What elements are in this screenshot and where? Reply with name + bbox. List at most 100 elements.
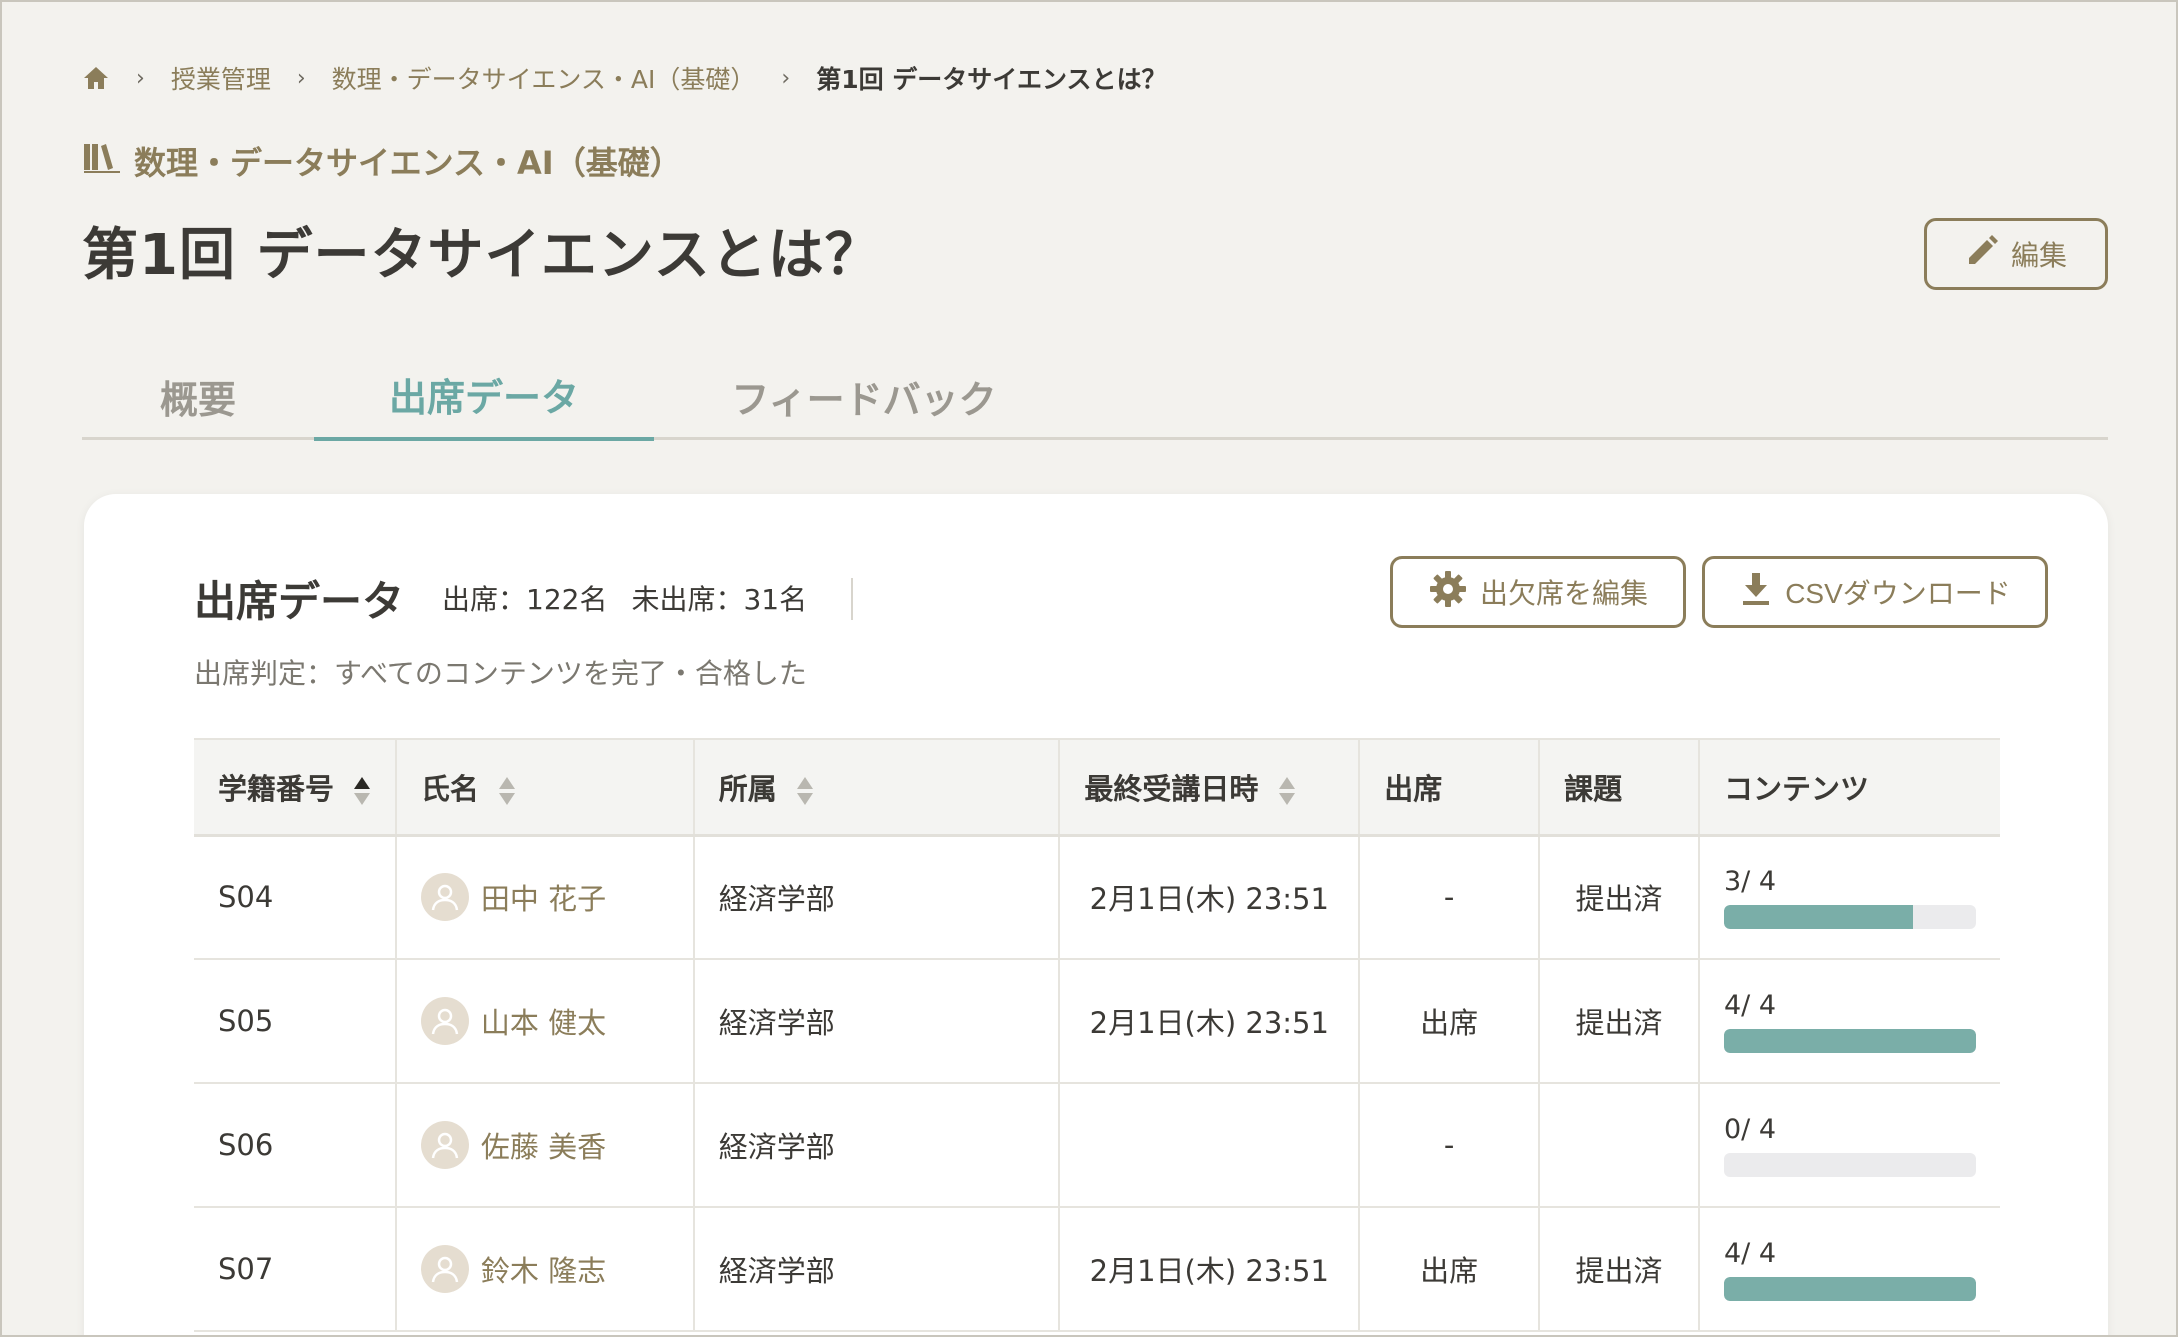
student-department: 経済学部 [693, 835, 1061, 960]
progress-bar [1724, 1028, 1976, 1053]
avatar-icon [420, 997, 469, 1045]
absent-count: 未出席：31名 [631, 583, 808, 616]
attendance-judgement: 出席判定：すべてのコンテンツを完了・合格した [194, 657, 807, 690]
tab-feedback[interactable]: フィードバック [654, 352, 1074, 440]
csv-download-label: CSVダウンロード [1785, 578, 2011, 609]
student-name: 田中 花子 [480, 882, 607, 917]
progress-fill [1724, 1028, 1976, 1053]
table-row: S07 鈴木 隆志 経済学部 2月1日(木) 23:51 出席 提出済 4/ 4 [194, 1207, 2000, 1332]
progress-bar [1724, 1276, 1976, 1301]
column-header-label: 最終受講日時 [1084, 771, 1259, 806]
student-name-cell[interactable]: 山本 健太 [420, 997, 693, 1045]
sort-icon[interactable] [1277, 775, 1297, 807]
contents-progress: 3/ 4 [1699, 835, 2000, 960]
sort-asc-icon[interactable] [352, 775, 372, 807]
last-attended: 2月1日(木) 23:51 [1059, 959, 1361, 1084]
tab-overview[interactable]: 概要 [82, 352, 314, 440]
course-title: 数理・データサイエンス・AI（基礎） [82, 138, 682, 184]
progress-bar [1724, 1152, 1976, 1177]
edit-attendance-button[interactable]: 出欠席を編集 [1390, 556, 1686, 628]
assignment-status: 提出済 [1539, 835, 1700, 960]
attendance-status: - [1359, 1083, 1541, 1208]
student-department: 経済学部 [693, 1207, 1061, 1332]
contents-progress: 4/ 4 [1699, 959, 2000, 1084]
progress-fill [1724, 1276, 1976, 1301]
last-attended: 2月1日(木) 23:51 [1059, 1207, 1361, 1332]
attendance-table: 学籍番号 氏名 所属 最終受講日時 出席 課題 コンテンツ S04 田中 花子 … [194, 738, 2000, 1332]
assignment-status: 提出済 [1539, 959, 1700, 1084]
student-department: 経済学部 [693, 1083, 1061, 1208]
assignment-status [1539, 1083, 1700, 1208]
column-header-label: 氏名 [420, 771, 479, 806]
student-id: S04 [194, 835, 397, 960]
last-attended [1059, 1083, 1361, 1208]
column-header-label: 所属 [718, 771, 777, 806]
contents-progress: 4/ 4 [1699, 1207, 2000, 1332]
progress-label: 4/ 4 [1724, 989, 1777, 1021]
gear-icon [1428, 569, 1468, 616]
table-row: S05 山本 健太 経済学部 2月1日(木) 23:51 出席 提出済 4/ 4 [194, 959, 2000, 1084]
progress-label: 4/ 4 [1724, 1237, 1777, 1269]
progress-label: 3/ 4 [1724, 865, 1777, 897]
student-id: S06 [194, 1083, 397, 1208]
student-name-cell[interactable]: 田中 花子 [420, 873, 693, 922]
column-header-student-id[interactable]: 学籍番号 [194, 738, 397, 837]
attendance-status: - [1359, 835, 1541, 960]
attendance-card: 出席データ 出席：122名 未出席：31名 出席判定：すべてのコンテンツを完了・… [84, 494, 2108, 1335]
column-header-name[interactable]: 氏名 [395, 738, 695, 837]
attendance-counts: 出席：122名 未出席：31名 [442, 578, 854, 620]
edit-button[interactable]: 編集 [1924, 218, 2108, 290]
present-count: 出席：122名 [442, 583, 608, 616]
student-name: 山本 健太 [480, 1006, 607, 1040]
student-name: 鈴木 隆志 [480, 1254, 607, 1288]
tab-attendance[interactable]: 出席データ [314, 352, 654, 441]
avatar-icon [420, 873, 469, 922]
download-icon [1739, 571, 1773, 614]
home-icon[interactable] [82, 65, 110, 91]
student-id: S07 [194, 1207, 397, 1332]
section-title: 出席データ [194, 577, 405, 626]
sort-icon[interactable] [795, 775, 815, 807]
avatar-icon [420, 1121, 469, 1169]
column-header-last-attended[interactable]: 最終受講日時 [1059, 738, 1361, 837]
assignment-status: 提出済 [1539, 1207, 1700, 1332]
table-row: S04 田中 花子 経済学部 2月1日(木) 23:51 - 提出済 3/ 4 [194, 835, 2000, 960]
student-name: 佐藤 美香 [480, 1130, 607, 1164]
student-name-cell[interactable]: 鈴木 隆志 [420, 1245, 693, 1293]
breadcrumb-separator: › [781, 65, 791, 91]
progress-fill [1724, 904, 1913, 929]
table-row: S06 佐藤 美香 経済学部 - 0/ 4 [194, 1083, 2000, 1208]
attendance-status: 出席 [1359, 959, 1541, 1084]
sort-icon[interactable] [497, 775, 517, 807]
page: › 授業管理 › 数理・データサイエンス・AI（基礎） › 第1回 データサイエ… [0, 0, 2178, 1337]
progress-label: 0/ 4 [1724, 1113, 1777, 1145]
breadcrumb-item-class-management[interactable]: 授業管理 [171, 60, 271, 96]
tab-bar: 概要 出席データ フィードバック [82, 352, 2108, 441]
breadcrumb-item-course[interactable]: 数理・データサイエンス・AI（基礎） [332, 60, 756, 96]
column-header-attendance: 出席 [1359, 738, 1541, 837]
student-id: S05 [194, 959, 397, 1084]
column-header-department[interactable]: 所属 [693, 738, 1061, 837]
last-attended: 2月1日(木) 23:51 [1059, 835, 1361, 960]
column-header-label: 学籍番号 [218, 771, 335, 806]
contents-progress: 0/ 4 [1699, 1083, 2000, 1208]
csv-download-button[interactable]: CSVダウンロード [1702, 556, 2048, 628]
breadcrumb-separator: › [296, 65, 306, 91]
avatar-icon [420, 1245, 469, 1293]
breadcrumb: › 授業管理 › 数理・データサイエンス・AI（基礎） › 第1回 データサイエ… [82, 60, 1167, 96]
page-title: 第1回 データサイエンスとは？ [82, 223, 882, 288]
edit-attendance-label: 出欠席を編集 [1479, 578, 1648, 609]
progress-bar [1724, 904, 1976, 929]
column-header-contents: コンテンツ [1699, 738, 2000, 837]
student-name-cell[interactable]: 佐藤 美香 [420, 1121, 693, 1169]
pencil-icon [1965, 234, 1999, 275]
student-department: 経済学部 [693, 959, 1061, 1084]
attendance-status: 出席 [1359, 1207, 1541, 1332]
breadcrumb-current: 第1回 データサイエンスとは？ [816, 65, 1167, 94]
course-title-text: 数理・データサイエンス・AI（基礎） [134, 144, 682, 182]
breadcrumb-separator: › [136, 65, 145, 91]
edit-button-label: 編集 [2010, 240, 2067, 271]
table-header-row: 学籍番号 氏名 所属 最終受講日時 出席 課題 コンテンツ [194, 738, 2000, 837]
book-icon [82, 140, 122, 182]
column-header-assignment: 課題 [1539, 738, 1700, 837]
